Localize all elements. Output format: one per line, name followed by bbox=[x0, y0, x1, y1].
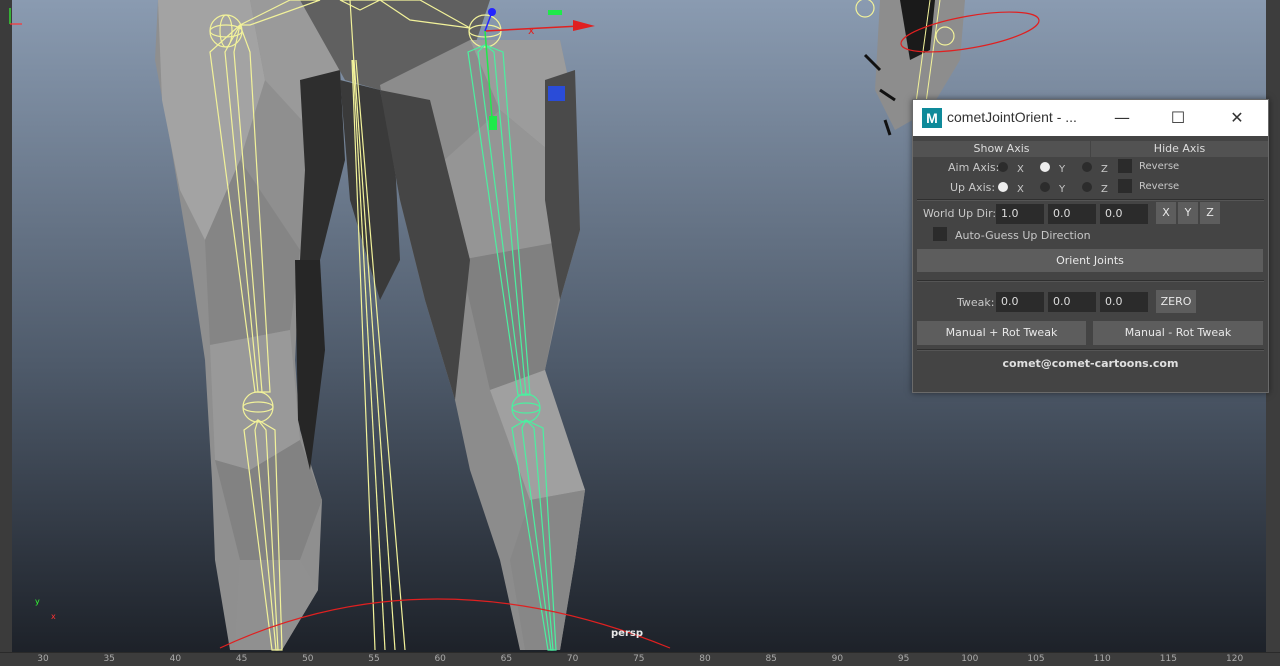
show-axis-button[interactable]: Show Axis bbox=[913, 141, 1090, 157]
up-axis-x-radio[interactable] bbox=[998, 182, 1008, 192]
up-axis-label: Up Axis: bbox=[950, 181, 996, 194]
author-email: comet@comet-cartoons.com bbox=[1002, 357, 1179, 370]
aim-axis-y-label: Y bbox=[1059, 164, 1066, 175]
aim-axis-x-label: X bbox=[1017, 164, 1024, 175]
world-up-dir-label: World Up Dir: bbox=[923, 207, 997, 220]
aim-axis-y-radio[interactable] bbox=[1040, 162, 1050, 172]
manual-minus-rot-tweak-button[interactable]: Manual - Rot Tweak bbox=[1093, 321, 1263, 345]
minimize-icon[interactable]: — bbox=[1099, 100, 1145, 136]
up-axis-x-label: X bbox=[1017, 184, 1024, 195]
timeline-tick-label: 95 bbox=[897, 654, 910, 664]
viewport-left-border bbox=[0, 0, 12, 652]
world-up-z-field[interactable]: 0.0 bbox=[1100, 204, 1148, 224]
up-axis-z-radio[interactable] bbox=[1082, 182, 1092, 192]
timeline-tick-label: 80 bbox=[699, 654, 711, 664]
tweak-z-field[interactable]: 0.0 bbox=[1100, 292, 1148, 312]
aim-axis-z-radio[interactable] bbox=[1082, 162, 1092, 172]
tweak-x-field[interactable]: 0.0 bbox=[996, 292, 1044, 312]
timeline-tick-label: 110 bbox=[1093, 654, 1111, 664]
separator bbox=[917, 280, 1264, 282]
timeline-tick-label: 40 bbox=[169, 654, 182, 664]
up-reverse-checkbox[interactable] bbox=[1118, 179, 1132, 193]
axis-x-label: x bbox=[51, 612, 56, 621]
world-up-z-button[interactable]: Z bbox=[1200, 202, 1220, 224]
manual-plus-rot-tweak-button[interactable]: Manual + Rot Tweak bbox=[917, 321, 1086, 345]
maya-app-icon: M bbox=[922, 108, 942, 128]
timeline-tick-label: 65 bbox=[500, 654, 513, 664]
timeline-tick-label: 55 bbox=[368, 654, 380, 664]
timeline-tick-label: 45 bbox=[235, 654, 248, 664]
timeline-tick-label: 75 bbox=[633, 654, 645, 664]
tweak-label: Tweak: bbox=[957, 296, 995, 309]
hide-axis-button[interactable]: Hide Axis bbox=[1091, 141, 1268, 157]
timeline-tick-label: 70 bbox=[566, 654, 579, 664]
timeline-tick-label: 30 bbox=[37, 654, 49, 664]
up-axis-y-label: Y bbox=[1059, 184, 1066, 195]
world-up-x-button[interactable]: X bbox=[1156, 202, 1176, 224]
window-title: cometJointOrient - ... bbox=[947, 109, 1077, 125]
timeline-tick-label: 115 bbox=[1159, 654, 1177, 664]
axis-y-label: y bbox=[35, 597, 40, 606]
world-up-x-field[interactable]: 1.0 bbox=[996, 204, 1044, 224]
svg-text:x: x bbox=[528, 24, 535, 37]
timeline-tick-label: 85 bbox=[765, 654, 777, 664]
aim-axis-x-radio[interactable] bbox=[998, 162, 1008, 172]
timeline-tick-label: 105 bbox=[1027, 654, 1045, 664]
up-axis-z-label: Z bbox=[1101, 184, 1108, 195]
orient-joints-button[interactable]: Orient Joints bbox=[917, 249, 1263, 272]
separator bbox=[917, 349, 1264, 351]
up-axis-y-radio[interactable] bbox=[1040, 182, 1050, 192]
camera-label: persp bbox=[611, 628, 643, 639]
timeline-tick-label: 60 bbox=[434, 654, 446, 664]
world-up-y-field[interactable]: 0.0 bbox=[1048, 204, 1096, 224]
world-up-y-button[interactable]: Y bbox=[1178, 202, 1198, 224]
timeline-tick-label: 100 bbox=[961, 654, 979, 664]
zero-button[interactable]: ZERO bbox=[1156, 290, 1196, 313]
tweak-y-field[interactable]: 0.0 bbox=[1048, 292, 1096, 312]
aim-reverse-label: Reverse bbox=[1139, 161, 1180, 172]
comet-joint-orient-window: M cometJointOrient - ... — ☐ ✕ Show Axis… bbox=[912, 99, 1269, 393]
timeline-ruler[interactable]: 30 35 40 45 50 55 60 65 70 75 80 85 90 95 100 105 110 115… bbox=[0, 652, 1280, 666]
auto-guess-label: Auto-Guess Up Direction bbox=[955, 229, 1091, 242]
maximize-icon[interactable]: ☐ bbox=[1155, 100, 1201, 136]
aim-reverse-checkbox[interactable] bbox=[1118, 159, 1132, 173]
axis-visibility-tabs: Show Axis Hide Axis bbox=[913, 141, 1268, 157]
timeline-tick-label: 35 bbox=[103, 654, 115, 664]
up-reverse-label: Reverse bbox=[1139, 181, 1180, 192]
title-bar[interactable]: M cometJointOrient - ... — ☐ ✕ bbox=[913, 100, 1268, 136]
axis-gizmo-icon bbox=[9, 8, 22, 25]
timeline-tick-label: 50 bbox=[302, 654, 314, 664]
aim-axis-label: Aim Axis: bbox=[948, 161, 1000, 174]
auto-guess-checkbox[interactable] bbox=[933, 227, 947, 241]
separator bbox=[917, 199, 1264, 201]
timeline-tick-label: 120 bbox=[1226, 654, 1244, 664]
timeline-tick-label: 90 bbox=[831, 654, 844, 664]
close-icon[interactable]: ✕ bbox=[1214, 100, 1260, 136]
aim-axis-z-label: Z bbox=[1101, 164, 1108, 175]
